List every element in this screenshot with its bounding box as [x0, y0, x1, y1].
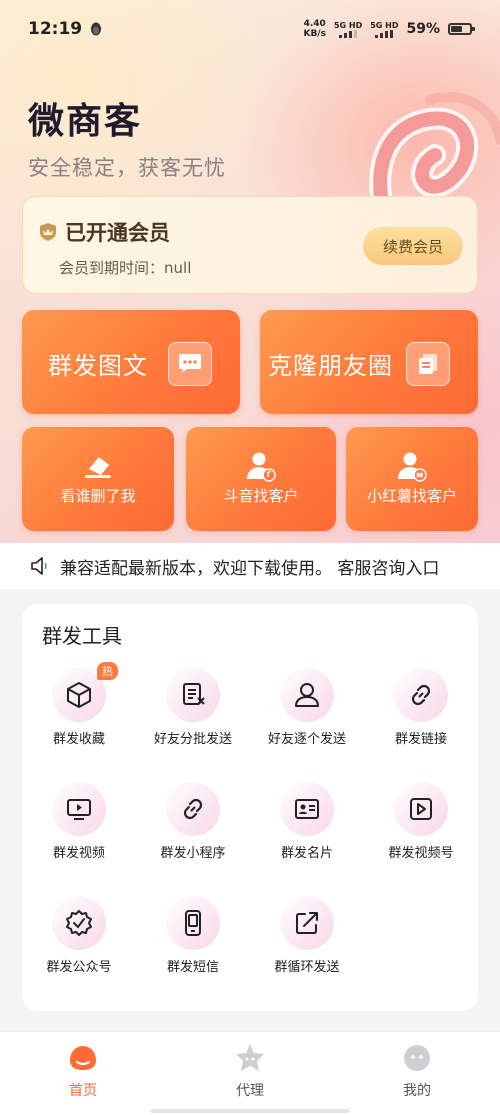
- tool-label: 好友逐个发送: [267, 732, 346, 747]
- tool-group-send-business-card[interactable]: 群发名片: [250, 782, 364, 882]
- copy-document-icon: [401, 337, 450, 386]
- user-outline-icon: [295, 683, 319, 707]
- tool-label: 群发短信: [166, 960, 219, 975]
- tool-label: 群发视频号: [388, 846, 454, 861]
- vip-status: 已开通会员: [65, 221, 170, 245]
- speaker-icon: [31, 557, 47, 575]
- app-subtitle: 安全稳定，获客无忧: [28, 156, 226, 180]
- crown-shield-icon: [40, 223, 56, 241]
- tool-group-send-video[interactable]: 群发视频: [22, 782, 136, 882]
- tile-who-deleted-me[interactable]: 看谁删了我: [22, 427, 174, 531]
- tool-label: 好友分批发送: [153, 732, 232, 747]
- eraser-icon: [85, 457, 111, 478]
- tool-label: 群循环发送: [274, 960, 340, 975]
- signal-sim2: 5G HD: [370, 21, 398, 38]
- signal-sim1: 5G HD: [334, 21, 362, 38]
- vip-card: 已开通会员 会员到期时间：null 续费会员: [22, 196, 478, 294]
- share-external-icon: [296, 912, 318, 934]
- home-icon: [70, 1046, 96, 1070]
- tool-group-send-favorites[interactable]: 热 群发收藏: [22, 662, 136, 768]
- tool-label: 群发收藏: [52, 732, 105, 747]
- play-square-icon: [410, 798, 432, 820]
- tile-label: 小红薯找客户: [366, 487, 457, 505]
- tool-friends-one-by-one-send[interactable]: 好友逐个发送: [250, 668, 364, 768]
- link-icon: [411, 684, 431, 706]
- nav-label: 我的: [403, 1083, 431, 1099]
- tool-label: 群发链接: [394, 732, 447, 747]
- app-title: 微商客: [28, 101, 143, 142]
- star-face-icon: [236, 1044, 264, 1071]
- tool-group-send-link[interactable]: 群发链接: [364, 668, 478, 768]
- id-card-icon: [295, 799, 319, 819]
- tool-friends-batch-send[interactable]: 好友分批发送: [136, 668, 250, 768]
- signal-bars-icon: [375, 29, 394, 38]
- tile-label: 克隆朋友圈: [268, 352, 393, 380]
- tile-label: 群发图文: [48, 352, 148, 380]
- user-music-icon: [247, 452, 276, 482]
- tool-group-send-mini-program[interactable]: 群发小程序: [136, 782, 250, 882]
- tile-label: 看谁删了我: [60, 487, 136, 505]
- profile-face-icon: [404, 1045, 430, 1071]
- chat-bubble-icon: [163, 337, 212, 386]
- signal-bars-icon: [339, 29, 358, 38]
- home-indicator[interactable]: [150, 1109, 350, 1113]
- notice-bar[interactable]: 兼容适配最新版本，欢迎下载使用。 客服咨询入口: [0, 543, 500, 589]
- network-speed: 4.40 KB/s: [303, 19, 326, 39]
- badge-check-icon: [66, 910, 92, 936]
- status-bar: 12:19 4.40 KB/s 5G HD 5G HD 59%: [0, 0, 500, 58]
- cube-icon: [67, 682, 91, 708]
- tool-group-send-sms[interactable]: 群发短信: [136, 896, 250, 996]
- tool-label: 群发小程序: [160, 846, 226, 861]
- tool-label: 群发视频: [52, 846, 105, 861]
- penguin-icon: [91, 22, 102, 36]
- tile-clone-moments[interactable]: 克隆朋友圈: [260, 310, 478, 414]
- vip-expire-label: 会员到期时间：: [59, 259, 165, 277]
- nav-label: 代理: [236, 1083, 264, 1099]
- group-send-tools-panel: 群发工具 热 群发收藏 好友分批发送 好友逐个发送 群发链接 群发视频 群发小程…: [22, 604, 478, 1011]
- nav-label: 首页: [69, 1083, 97, 1099]
- tool-group-send-official-account[interactable]: 群发公众号: [22, 896, 136, 996]
- tool-label: 群发名片: [280, 846, 333, 861]
- nav-mine[interactable]: 我的: [367, 1042, 467, 1114]
- battery-percent: 59%: [406, 21, 440, 37]
- tile-group-send-image-text[interactable]: 群发图文: [22, 310, 240, 414]
- tool-group-send-channels[interactable]: 群发视频号: [364, 782, 478, 882]
- vip-expire-value: null: [164, 259, 192, 277]
- renew-vip-button[interactable]: 续费会员: [363, 227, 463, 265]
- video-monitor-icon: [67, 799, 91, 820]
- tile-xiaohongshu-customers[interactable]: 小红薯找客户: [346, 427, 478, 531]
- notice-text: 兼容适配最新版本，欢迎下载使用。 客服咨询入口: [60, 558, 440, 579]
- tool-label: 群发公众号: [46, 960, 112, 975]
- tool-group-loop-send[interactable]: 群循环发送: [250, 896, 364, 996]
- user-tag-icon: [398, 452, 427, 482]
- vip-expire: 会员到期时间：null: [59, 257, 191, 278]
- tile-douyin-customers[interactable]: 斗音找客户: [186, 427, 336, 531]
- tile-label: 斗音找客户: [223, 487, 299, 505]
- nav-home[interactable]: 首页: [33, 1042, 133, 1114]
- tools-title: 群发工具: [42, 624, 122, 648]
- link-chain-icon: [183, 798, 203, 820]
- phone-icon: [185, 910, 201, 936]
- battery-icon: [448, 23, 475, 35]
- hot-badge: 热: [97, 662, 118, 680]
- document-list-icon: [183, 683, 205, 705]
- bottom-nav: 首页 代理 我的: [0, 1031, 500, 1115]
- status-time: 12:19: [28, 19, 83, 39]
- nav-agent[interactable]: 代理: [200, 1042, 300, 1114]
